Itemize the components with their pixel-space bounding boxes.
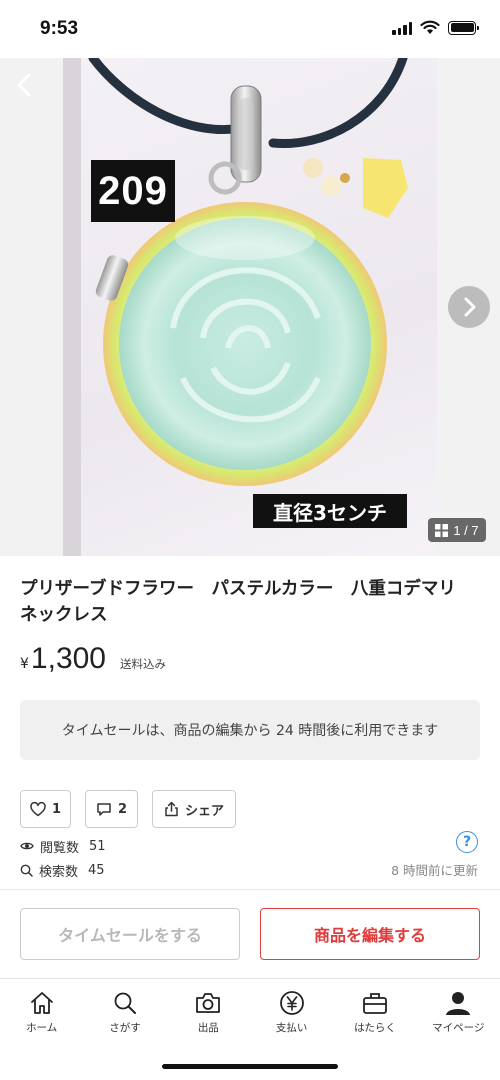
tab-sell-label: 出品 xyxy=(197,1022,219,1034)
camera-icon xyxy=(194,989,222,1017)
tab-mypage-label: マイページ xyxy=(432,1022,485,1034)
share-icon xyxy=(165,801,178,817)
tab-search[interactable]: さがす xyxy=(83,979,166,1048)
like-count: 1 xyxy=(51,801,62,817)
chevron-left-icon xyxy=(17,73,31,97)
like-button[interactable]: 1 xyxy=(20,790,71,828)
tab-payment[interactable]: 支払い xyxy=(250,979,333,1048)
item-title: プリザーブドフラワー パステルカラー 八重コデマリ ネックレス xyxy=(20,579,474,625)
updated-time: 8 時間前に更新 xyxy=(391,863,478,878)
item-stats: 閲覧数 51 検索数 45 ? 8 時間前に更新 xyxy=(20,831,480,882)
comment-icon xyxy=(97,802,111,816)
searches-label: 検索数 xyxy=(39,864,79,880)
tab-bar: ホーム さがす 出品 支払い はたらく マイページ xyxy=(0,978,500,1048)
grid-icon xyxy=(435,523,449,537)
status-time: 9:53 xyxy=(40,18,79,39)
cellular-signal-icon xyxy=(392,21,412,35)
search-icon xyxy=(111,989,139,1017)
help-icon[interactable]: ? xyxy=(456,831,478,853)
home-indicator xyxy=(162,1064,338,1069)
divider xyxy=(0,889,500,890)
yen-icon xyxy=(278,989,306,1017)
diameter-label: 直径3センチ xyxy=(253,494,407,528)
image-counter-text: 1 / 7 xyxy=(453,522,479,538)
image-counter[interactable]: 1 / 7 xyxy=(428,518,486,542)
image-gallery[interactable]: 209 直径3センチ 1 / 7 xyxy=(0,58,500,556)
shipping-label: 送料込み xyxy=(120,657,166,671)
views-row: 閲覧数 51 xyxy=(20,834,480,858)
eye-icon xyxy=(20,842,34,850)
wifi-icon xyxy=(420,20,440,34)
person-icon xyxy=(444,989,472,1017)
views-count: 51 xyxy=(89,838,106,854)
tab-sell[interactable]: 出品 xyxy=(167,979,250,1048)
comment-count: 2 xyxy=(117,801,128,817)
chevron-right-icon xyxy=(464,297,476,317)
edit-item-button[interactable]: 商品を編集する xyxy=(260,908,480,960)
searches-count: 45 xyxy=(88,862,105,878)
views-label: 閲覧数 xyxy=(40,840,80,856)
tab-home-label: ホーム xyxy=(26,1022,58,1034)
tab-search-label: さがす xyxy=(109,1022,141,1034)
next-image-button[interactable] xyxy=(448,286,490,328)
back-button[interactable] xyxy=(10,70,40,100)
share-label: シェア xyxy=(184,803,224,819)
product-photo[interactable]: 209 直径3センチ xyxy=(63,58,437,556)
tab-mypage[interactable]: マイページ xyxy=(417,979,500,1048)
product-photo-illustration xyxy=(63,58,408,556)
currency-symbol: ¥ xyxy=(20,656,29,672)
home-icon xyxy=(28,989,56,1017)
status-bar: 9:53 xyxy=(0,0,500,58)
tab-work[interactable]: はたらく xyxy=(333,979,416,1048)
tab-payment-label: 支払い xyxy=(275,1022,308,1034)
status-icons xyxy=(392,20,479,35)
briefcase-icon xyxy=(361,989,389,1017)
comment-button[interactable]: 2 xyxy=(85,790,138,828)
price: 1,300 xyxy=(30,642,106,675)
action-buttons: 1 2 シェア xyxy=(20,790,236,828)
timesale-notice: タイムセールは、商品の編集から 24 時間後に利用できます xyxy=(20,700,480,760)
battery-icon xyxy=(448,20,479,35)
search-icon xyxy=(20,864,33,877)
image-number-label: 209 xyxy=(91,160,175,222)
heart-icon xyxy=(30,801,46,816)
price-row: ¥ 1,300 送料込み xyxy=(20,642,166,676)
share-button[interactable]: シェア xyxy=(152,790,236,828)
tab-work-label: はたらく xyxy=(354,1022,396,1034)
tab-home[interactable]: ホーム xyxy=(0,979,83,1048)
timesale-button[interactable]: タイムセールをする xyxy=(20,908,240,960)
